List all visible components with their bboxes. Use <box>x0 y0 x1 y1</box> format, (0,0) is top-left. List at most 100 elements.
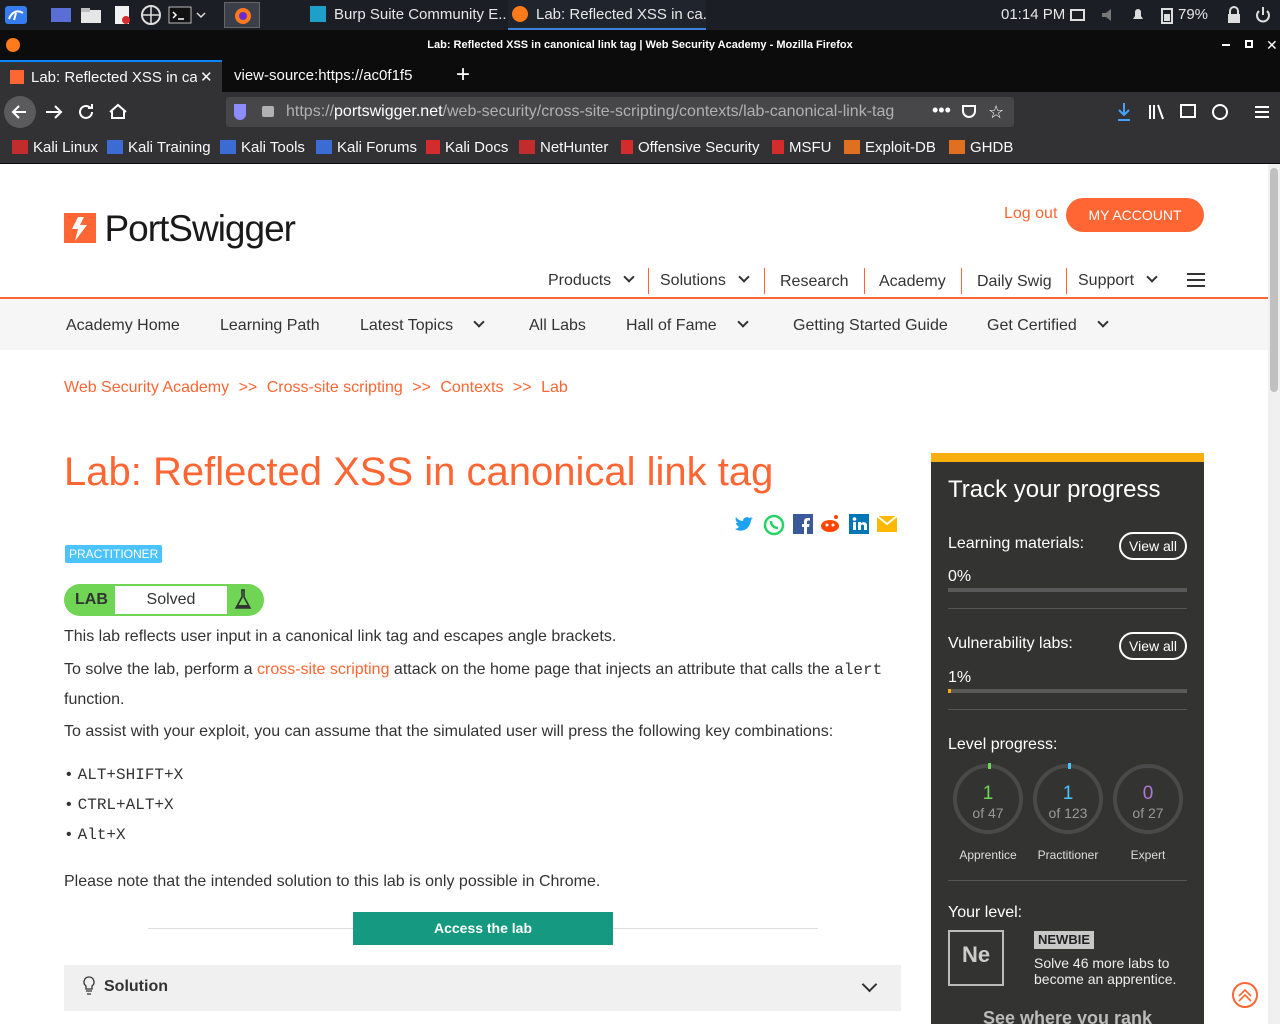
bookmark-kali-forums[interactable]: Kali Forums <box>316 138 417 158</box>
notification-bell-icon[interactable] <box>1130 5 1146 25</box>
kali-menu-icon[interactable] <box>4 5 28 25</box>
desktop-icon[interactable] <box>50 5 72 25</box>
bookmark-kali-linux[interactable]: Kali Linux <box>12 138 98 158</box>
subnav-academy-home[interactable]: Academy Home <box>66 317 180 335</box>
reload-button[interactable] <box>74 96 98 133</box>
close-window-icon[interactable]: ✕ <box>1266 30 1278 60</box>
bookmark-star-icon[interactable]: ☆ <box>988 97 1004 127</box>
breadcrumb-web-security-academy[interactable]: Web Security Academy <box>64 379 229 396</box>
nav-support[interactable]: Support <box>1078 271 1158 290</box>
page-scrollbar[interactable] <box>1268 164 1280 1024</box>
access-lab-button[interactable]: Access the lab <box>353 912 613 945</box>
nav-daily-swig[interactable]: Daily Swig <box>977 273 1052 291</box>
lab-status-text: Solved <box>146 591 196 608</box>
clock[interactable]: 01:14 PM <box>1001 0 1065 30</box>
logout-link[interactable]: Log out <box>1004 205 1057 223</box>
bookmark-nethunter[interactable]: NetHunter <box>519 138 608 158</box>
back-to-top-button[interactable] <box>1232 982 1258 1008</box>
panel-divider <box>948 880 1187 881</box>
account-icon[interactable] <box>1212 104 1228 120</box>
back-button[interactable] <box>4 96 36 128</box>
bookmark-exploit-db[interactable]: Exploit-DB <box>844 138 936 158</box>
subnav-getting-started[interactable]: Getting Started Guide <box>793 317 948 335</box>
taskbar-task-firefox[interactable]: Lab: Reflected XSS in ca... <box>508 0 706 30</box>
tab-view-source[interactable]: view-source:https://ac0f1f5 <box>226 60 448 92</box>
chevron-down-icon[interactable] <box>195 5 207 25</box>
breadcrumb: Web Security Academy >> Cross-site scrip… <box>64 379 568 397</box>
bookmark-ghdb[interactable]: GHDB <box>949 138 1013 158</box>
level-progress-label: Level progress: <box>948 736 1058 753</box>
bookmark-kali-training[interactable]: Kali Training <box>107 138 211 158</box>
nav-research[interactable]: Research <box>780 273 848 291</box>
bookmark-kali-tools[interactable]: Kali Tools <box>220 138 305 158</box>
bookmark-msfu[interactable]: MSFU <box>772 138 832 158</box>
facebook-icon[interactable] <box>793 514 813 534</box>
url-bar[interactable]: https://portswigger.net/web-security/cro… <box>226 97 1014 127</box>
tab-strip: Lab: Reflected XSS in can ✕ view-source:… <box>0 60 1280 92</box>
arrow-right-icon <box>46 105 63 119</box>
tracking-shield-icon[interactable] <box>234 104 246 120</box>
bookmark-kali-docs[interactable]: Kali Docs <box>426 138 508 158</box>
exploit-db-icon <box>844 140 860 154</box>
taskbar-task-burp[interactable]: Burp Suite Community E... <box>310 0 510 30</box>
subnav-learning-path[interactable]: Learning Path <box>220 317 320 335</box>
portswigger-logo[interactable]: PortSwigger <box>64 208 296 252</box>
hamburger-menu-icon[interactable] <box>1254 102 1270 127</box>
forward-button[interactable] <box>40 96 68 133</box>
close-tab-icon[interactable]: ✕ <box>200 62 213 92</box>
web-page: PortSwigger Log out MY ACCOUNT Products … <box>0 164 1268 1024</box>
battery-icon[interactable] <box>1160 5 1174 25</box>
see-where-you-rank-link[interactable]: See where you rank <box>931 1008 1204 1024</box>
tab-lab[interactable]: Lab: Reflected XSS in can ✕ <box>0 60 222 92</box>
firefox-launcher-icon[interactable] <box>224 2 260 28</box>
linkedin-icon[interactable] <box>849 514 869 534</box>
solution-accordion[interactable]: Solution <box>64 965 901 1011</box>
padlock-icon[interactable] <box>262 106 274 117</box>
kali-linux-icon <box>12 140 28 154</box>
sidebar-toggle-icon[interactable] <box>1180 104 1196 118</box>
my-account-button[interactable]: MY ACCOUNT <box>1066 198 1204 232</box>
home-button[interactable] <box>106 96 130 133</box>
file-manager-icon[interactable] <box>80 5 102 25</box>
browser-globe-icon[interactable] <box>140 5 162 25</box>
subnav-latest-topics[interactable]: Latest Topics <box>360 316 485 335</box>
whatsapp-icon[interactable] <box>763 514 785 536</box>
scrollbar-thumb[interactable] <box>1270 168 1278 392</box>
nav-products[interactable]: Products <box>548 271 635 290</box>
email-icon[interactable] <box>877 516 897 532</box>
breadcrumb-lab[interactable]: Lab <box>541 379 568 396</box>
new-tab-icon[interactable]: + <box>456 62 470 88</box>
subnav-all-labs[interactable]: All Labs <box>529 317 586 335</box>
downloads-icon[interactable] <box>1116 102 1132 127</box>
twitter-icon[interactable] <box>733 514 755 534</box>
maximize-icon[interactable] <box>1245 40 1253 48</box>
pocket-icon[interactable] <box>962 105 976 118</box>
volume-icon[interactable] <box>1100 5 1118 25</box>
xss-link[interactable]: cross-site scripting <box>257 661 389 678</box>
site-menu-icon[interactable] <box>1187 272 1205 293</box>
bookmark-offensive-security[interactable]: Offensive Security <box>621 138 759 158</box>
nav-academy[interactable]: Academy <box>879 273 946 291</box>
reddit-icon[interactable] <box>819 514 841 534</box>
kali-docs-icon <box>426 140 440 154</box>
page-actions-icon[interactable]: ••• <box>932 95 951 125</box>
breadcrumb-cross-site-scripting[interactable]: Cross-site scripting <box>267 379 403 396</box>
vuln-view-all-button[interactable]: View all <box>1119 632 1187 660</box>
learning-view-all-button[interactable]: View all <box>1119 532 1187 560</box>
chrome-note: Please note that the intended solution t… <box>64 873 601 890</box>
ring-progress-tick <box>1068 763 1071 769</box>
minimize-icon[interactable] <box>1222 44 1230 46</box>
subnav-hall-of-fame[interactable]: Hall of Fame <box>626 316 749 335</box>
nav-solutions[interactable]: Solutions <box>660 271 750 290</box>
breadcrumb-contexts[interactable]: Contexts <box>440 379 503 396</box>
power-icon[interactable] <box>1254 5 1272 25</box>
lock-icon[interactable] <box>1226 5 1242 25</box>
text-editor-icon[interactable] <box>112 5 132 25</box>
terminal-icon[interactable] <box>168 5 192 25</box>
display-icon[interactable] <box>1070 5 1086 25</box>
arrow-left-icon <box>11 105 26 119</box>
library-icon[interactable] <box>1148 102 1166 127</box>
subnav-get-certified[interactable]: Get Certified <box>987 316 1109 335</box>
lab-description-2: To solve the lab, perform a cross-site s… <box>64 661 883 679</box>
kali-tools-icon <box>220 140 236 154</box>
